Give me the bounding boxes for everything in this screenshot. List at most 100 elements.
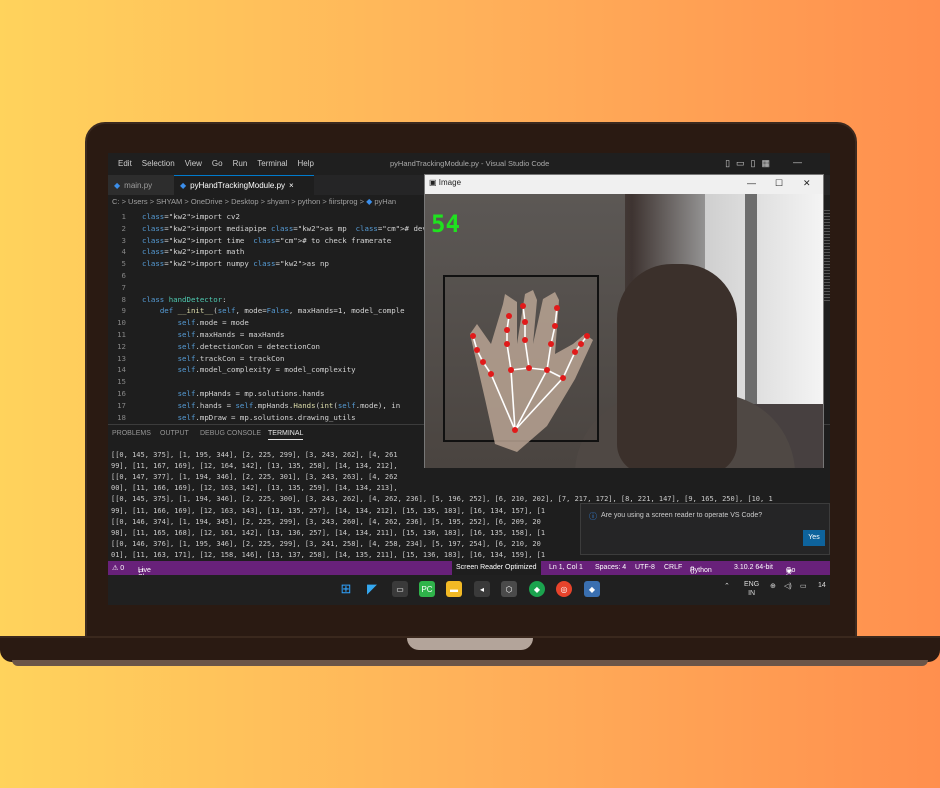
cube-app-icon[interactable]: ⬡ <box>501 581 517 597</box>
hand-landmark <box>480 359 486 365</box>
tab-main-py[interactable]: ◆ main.py <box>108 175 174 195</box>
encoding[interactable]: UTF-8 <box>635 564 655 571</box>
hand-landmark <box>552 323 558 329</box>
hand-landmark <box>584 333 590 339</box>
eol[interactable]: CRLF <box>664 564 682 571</box>
info-icon: ⓘ <box>589 512 597 521</box>
windows-start-icon[interactable]: ⊞ <box>338 581 354 597</box>
image-window-title: ▣ Image <box>429 178 461 187</box>
menu-edit[interactable]: Edit <box>118 159 132 168</box>
breadcrumb-path[interactable]: C: > Users > SHYAM > OneDrive > Desktop … <box>112 197 366 206</box>
menu-run[interactable]: Run <box>233 159 248 168</box>
terminal-line: 98], [11, 165, 168], [12, 161, 142], [13… <box>111 528 546 537</box>
menu-terminal[interactable]: Terminal <box>257 159 287 168</box>
terminal-line: [[0, 147, 377], [1, 194, 346], [2, 225, … <box>111 473 398 482</box>
python-file-icon: ◆ <box>114 180 121 190</box>
terminal-line: [[0, 146, 374], [1, 194, 345], [2, 225, … <box>111 517 541 526</box>
line-number: 8 <box>121 294 126 304</box>
hand-landmark <box>578 341 584 347</box>
minimize-icon[interactable]: — <box>747 178 756 188</box>
line-number: 3 <box>121 235 126 245</box>
leaf-app-icon[interactable]: ◆ <box>529 581 545 597</box>
tab-output[interactable]: OUTPUT <box>160 430 189 437</box>
vscode-titlebar: Edit Selection View Go Run Terminal Help… <box>108 153 830 175</box>
toggle-sidebar-icon[interactable]: ▯ <box>725 158 730 169</box>
tab-problems[interactable]: PROBLEMS <box>112 430 151 437</box>
yes-button[interactable]: Yes <box>803 530 825 546</box>
menu-help[interactable]: Help <box>298 159 314 168</box>
menu-view[interactable]: View <box>185 159 202 168</box>
close-icon[interactable]: × <box>289 181 294 190</box>
hand-landmark <box>504 327 510 333</box>
toggle-secondary-icon[interactable]: ▯ <box>751 158 756 169</box>
terminal-line: [[0, 145, 375], [1, 195, 344], [2, 225, … <box>111 451 398 459</box>
menu-bar: Edit Selection View Go Run Terminal Help <box>118 159 314 168</box>
line-number: 10 <box>117 318 126 328</box>
pycharm-icon[interactable]: PC <box>419 581 435 597</box>
python-app-icon[interactable]: ◆ <box>584 581 600 597</box>
minimize-icon[interactable]: — <box>793 157 802 167</box>
code-text: class="kw2">import time class="cm"># to … <box>142 235 392 245</box>
line-number: 7 <box>121 282 126 292</box>
laptop-foot <box>12 660 928 666</box>
chrome-icon[interactable]: ◎ <box>556 581 572 597</box>
tab-debug-console[interactable]: DEBUG CONSOLE <box>200 430 261 437</box>
menu-go[interactable]: Go <box>212 159 223 168</box>
webcam-feed: 54 <box>425 194 823 468</box>
notification-message: Are you using a screen reader to operate… <box>601 512 763 519</box>
screen-reader-notification: ⓘ Are you using a screen reader to opera… <box>580 503 830 555</box>
clock[interactable]: 14 <box>818 582 826 589</box>
maximize-icon[interactable]: ☐ <box>775 178 783 189</box>
hand-landmark <box>506 313 512 319</box>
code-text: self.mode = mode <box>177 318 249 328</box>
hand-landmark <box>548 341 554 347</box>
hand-landmark <box>508 367 514 373</box>
code-text: self.mpDraw = mp.solutions.drawing_utils <box>177 412 356 422</box>
volume-icon[interactable]: ◁) <box>784 582 792 590</box>
language-label: Python <box>690 567 712 574</box>
terminal-app-icon[interactable]: ▭ <box>392 581 408 597</box>
language-code: ENG <box>744 581 760 588</box>
language-indicator[interactable]: ENG IN <box>744 580 759 598</box>
toggle-panel-icon[interactable]: ▭ <box>736 158 745 169</box>
hand-landmark <box>544 367 550 373</box>
close-icon[interactable]: ✕ <box>803 178 811 189</box>
windows-taskbar: ⊞ ◤ ▭ PC ▬ ◂ ⬡ ◆ ◎ ◆ ⌃ ENG IN ⊕ ◁) ▭ 14 <box>108 575 830 605</box>
code-text: class="kw2">import cv2 <box>142 212 240 221</box>
customize-layout-icon[interactable]: ▦ <box>761 158 770 169</box>
code-text: self.mpHands = mp.solutions.hands <box>177 389 325 398</box>
menu-selection[interactable]: Selection <box>142 159 175 168</box>
line-number: 15 <box>117 377 126 387</box>
code-text: self.model_complexity = model_complexity <box>177 365 356 375</box>
status-bar: ⚠ 0 ⇄ Live Share Screen Reader Optimized… <box>108 561 830 581</box>
hand-landmark <box>474 347 480 353</box>
app-icon: ▣ <box>429 178 439 187</box>
line-number: 18 <box>117 412 126 422</box>
screen-reader-mode[interactable]: Screen Reader Optimized <box>452 561 541 575</box>
media-app-icon[interactable]: ◂ <box>474 581 490 597</box>
hand-landmarks <box>470 290 593 452</box>
file-explorer-icon[interactable]: ▬ <box>446 581 462 597</box>
tab-terminal[interactable]: TERMINAL <box>268 430 304 440</box>
line-number: 11 <box>117 330 126 339</box>
python-file-icon: ◆ <box>366 197 373 206</box>
line-number: 17 <box>117 400 126 410</box>
hand-landmark <box>504 341 510 347</box>
breadcrumb-file[interactable]: pyHan <box>374 197 396 206</box>
battery-icon[interactable]: ▭ <box>800 582 807 590</box>
hand-landmark <box>520 303 526 309</box>
hand-landmark <box>560 375 566 381</box>
tab-label: main.py <box>124 180 153 190</box>
python-interpreter[interactable]: 3.10.2 64-bit <box>734 564 773 571</box>
network-icon[interactable]: ⊕ <box>770 582 776 590</box>
image-window: ▣ Image — ☐ ✕ 54 <box>424 174 824 468</box>
code-text: class handDetector: <box>142 294 227 304</box>
cursor-position[interactable]: Ln 1, Col 1 <box>549 564 583 571</box>
tray-chevron-icon[interactable]: ⌃ <box>724 582 730 590</box>
line-number: 2 <box>121 223 126 233</box>
indentation[interactable]: Spaces: 4 <box>595 564 626 571</box>
tab-pyhandtrackingmodule[interactable]: ◆ pyHandTrackingModule.py × <box>174 175 314 195</box>
vscode-icon[interactable]: ◤ <box>364 581 380 597</box>
problems-count[interactable]: ⚠ 0 <box>112 564 124 572</box>
code-text: self.hands = self.mpHands.Hands(int(self… <box>177 400 401 410</box>
